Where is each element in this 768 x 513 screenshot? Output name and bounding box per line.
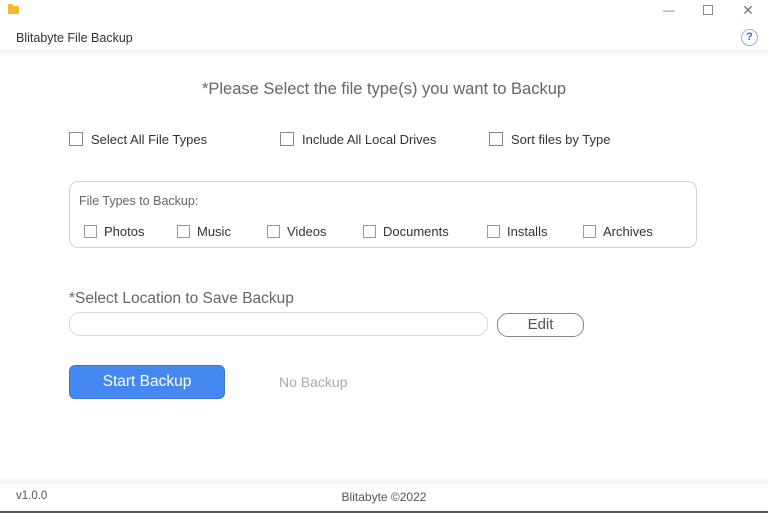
start-backup-button[interactable]: Start Backup [69, 365, 225, 399]
checkbox-box[interactable] [267, 224, 280, 238]
checkbox-box[interactable] [363, 224, 376, 238]
footer-divider [0, 476, 768, 484]
checkbox-label: Select All File Types [91, 131, 208, 147]
minimize-button[interactable]: — [657, 2, 681, 18]
checkbox-label: Photos [104, 223, 145, 239]
checkbox-label: Videos [287, 223, 327, 239]
maximize-icon [703, 5, 713, 15]
folder-icon [8, 4, 19, 14]
checkbox-box[interactable] [489, 132, 503, 146]
file-type-installs-checkbox[interactable]: Installs [487, 223, 547, 239]
include-all-local-drives-checkbox[interactable]: Include All Local Drives [280, 130, 436, 148]
checkbox-label: Installs [507, 223, 548, 239]
close-button[interactable]: ✕ [736, 2, 760, 18]
save-location-input[interactable] [69, 312, 488, 336]
header-divider [0, 50, 768, 58]
checkbox-label: Music [197, 223, 231, 239]
checkbox-box[interactable] [84, 224, 97, 238]
footer: v1.0.0 Blitabyte ©2022 [0, 484, 768, 511]
backup-status: No Backup [279, 374, 348, 390]
checkbox-label: Sort files by Type [511, 131, 611, 147]
sort-files-by-type-checkbox[interactable]: Sort files by Type [489, 130, 610, 148]
select-all-file-types-checkbox[interactable]: Select All File Types [69, 130, 207, 148]
checkbox-box[interactable] [177, 224, 190, 238]
checkbox-box[interactable] [487, 224, 500, 238]
file-type-music-checkbox[interactable]: Music [177, 223, 231, 239]
checkbox-box[interactable] [280, 132, 294, 146]
copyright-label: Blitabyte ©2022 [341, 490, 427, 504]
file-types-title: File Types to Backup: [79, 194, 199, 208]
file-type-archives-checkbox[interactable]: Archives [583, 223, 653, 239]
checkbox-box[interactable] [583, 224, 596, 238]
file-type-documents-checkbox[interactable]: Documents [363, 223, 449, 239]
checkbox-label: Documents [383, 223, 449, 239]
checkbox-label: Include All Local Drives [302, 131, 437, 147]
title-bar: Blitabyte File Backup — ✕ ? [0, 0, 768, 50]
edit-location-button[interactable]: Edit [497, 313, 584, 337]
maximize-button[interactable] [696, 2, 720, 18]
help-icon[interactable]: ? [741, 29, 758, 46]
save-location-label: *Select Location to Save Backup [69, 290, 294, 307]
checkbox-label: Archives [603, 223, 653, 239]
checkbox-box[interactable] [69, 132, 83, 146]
file-type-videos-checkbox[interactable]: Videos [267, 223, 327, 239]
file-type-photos-checkbox[interactable]: Photos [84, 223, 144, 239]
page-heading: *Please Select the file type(s) you want… [201, 80, 567, 98]
window-title: Blitabyte File Backup [16, 31, 133, 45]
